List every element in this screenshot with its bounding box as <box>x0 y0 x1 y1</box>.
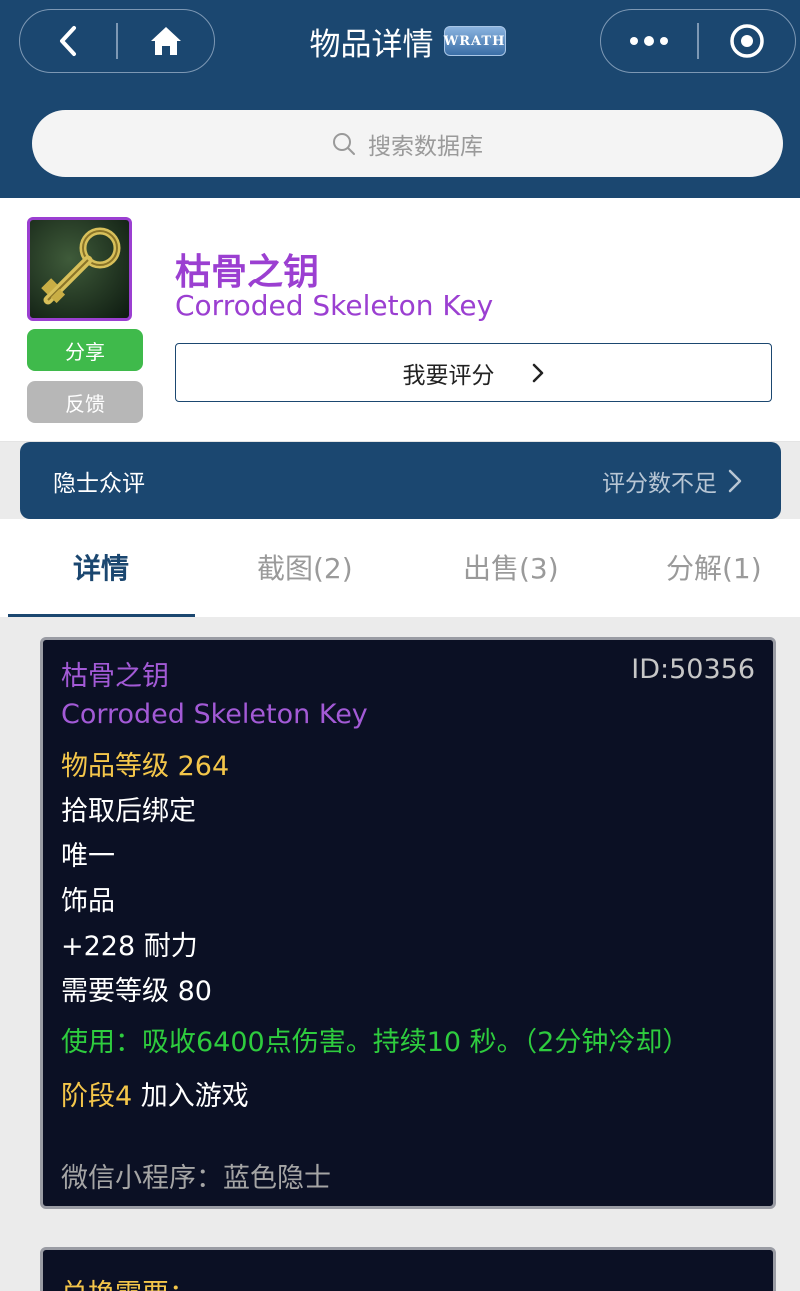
exchange-title: 兑换需要： <box>61 1272 196 1291</box>
review-label: 隐士众评 <box>53 470 145 497</box>
skeleton-key-icon <box>41 227 121 305</box>
item-icon <box>27 217 132 321</box>
search-icon <box>333 132 355 155</box>
tooltip-unique: 唯一 <box>61 841 115 872</box>
rate-button[interactable]: 我要评分 <box>175 343 772 402</box>
item-tooltip: 枯骨之钥 ID:50356 Corroded Skeleton Key 物品等级… <box>40 637 776 1209</box>
page-title: 物品详情 <box>309 26 434 63</box>
nav-capsule-right <box>600 9 796 73</box>
tooltip-bind: 拾取后绑定 <box>61 796 196 827</box>
page-title-area: 物品详情 WRATH <box>215 18 600 64</box>
more-button[interactable] <box>601 10 697 72</box>
chevron-right-icon <box>728 469 742 492</box>
tab-screenshots[interactable]: 截图(2) <box>257 547 353 587</box>
close-miniprogram-button[interactable] <box>699 10 795 72</box>
tooltip-phase-label: 阶段4 <box>61 1081 133 1112</box>
tab-bar: 详情 截图(2) 出售(3) 分解(1) <box>0 519 800 617</box>
target-circle-icon <box>730 24 764 58</box>
tab-disenchant[interactable]: 分解(1) <box>666 547 762 587</box>
item-name-cn: 枯骨之钥 <box>175 252 320 293</box>
search-input[interactable]: 搜索数据库 <box>32 110 783 177</box>
nav-capsule-left <box>19 9 215 73</box>
exchange-tooltip: 兑换需要： <box>40 1247 776 1291</box>
community-review-bar[interactable]: 隐士众评 评分数不足 <box>20 442 781 519</box>
tooltip-source: 微信小程序：蓝色隐士 <box>61 1163 331 1194</box>
wrath-logo: WRATH <box>443 26 506 56</box>
tab-details[interactable]: 详情 <box>73 547 129 587</box>
tooltip-item-level: 物品等级 264 <box>61 751 230 782</box>
share-button[interactable]: 分享 <box>27 329 143 371</box>
tooltip-required-level: 需要等级 80 <box>61 976 212 1007</box>
home-button[interactable] <box>118 10 214 72</box>
tooltip-use-effect: 使用：吸收6400点伤害。持续10 秒。（2分钟冷却） <box>61 1027 690 1058</box>
more-dots-icon <box>630 36 669 46</box>
tooltip-slot: 饰品 <box>61 886 115 917</box>
feedback-button[interactable]: 反馈 <box>27 381 143 423</box>
rate-button-label: 我要评分 <box>402 362 495 389</box>
header-bar: 物品详情 WRATH 搜索数据库 <box>0 0 800 198</box>
chevron-left-icon <box>60 26 77 56</box>
tab-sold-by[interactable]: 出售(3) <box>463 547 559 587</box>
tooltip-stat: +228 耐力 <box>61 931 198 962</box>
active-tab-indicator <box>8 614 195 617</box>
tooltip-name-en: Corroded Skeleton Key <box>61 699 368 730</box>
review-status: 评分数不足 <box>602 464 743 498</box>
item-name-en: Corroded Skeleton Key <box>175 289 494 322</box>
home-icon <box>150 27 181 55</box>
review-status-text: 评分数不足 <box>602 470 717 497</box>
tooltip-item-id: ID:50356 <box>631 654 755 685</box>
tooltip-phase-text: 加入游戏 <box>132 1081 249 1112</box>
search-placeholder: 搜索数据库 <box>368 133 483 160</box>
tooltip-phase: 阶段4 加入游戏 <box>61 1074 249 1113</box>
chevron-right-icon <box>532 363 543 382</box>
tooltip-name-cn: 枯骨之钥 <box>61 661 169 692</box>
back-button[interactable] <box>20 10 116 72</box>
